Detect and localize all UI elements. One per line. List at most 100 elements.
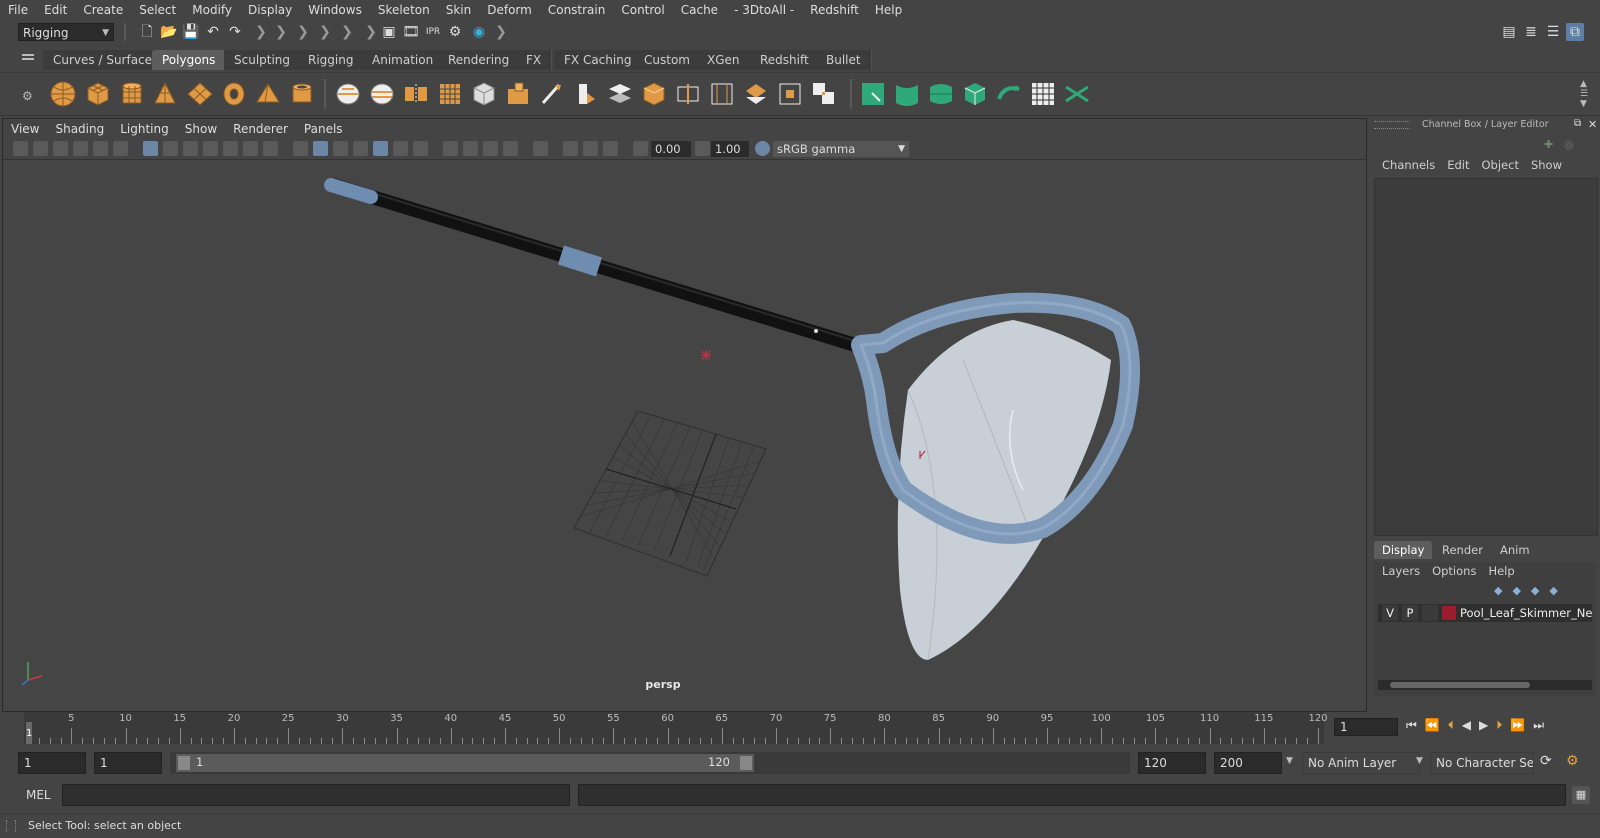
next-key-icon[interactable]: ⏵: [1496, 718, 1510, 732]
menu-help[interactable]: Help: [867, 3, 910, 17]
layer-row[interactable]: V P Pool_Leaf_Skimmer_Net_: [1378, 604, 1592, 622]
exposure-icon[interactable]: [633, 141, 648, 156]
color-management-icon[interactable]: [755, 141, 770, 156]
bevel-icon[interactable]: [571, 79, 601, 109]
wireframe-icon[interactable]: [293, 141, 308, 156]
layer-action-icons[interactable]: ◆◆◆◆: [1494, 584, 1568, 597]
viewport-menu-shading[interactable]: Shading: [47, 122, 112, 136]
fill-hole-icon[interactable]: [639, 79, 669, 109]
go-to-end-icon[interactable]: ⏭: [1533, 718, 1552, 732]
viewport-menu-show[interactable]: Show: [177, 122, 225, 136]
menu-file[interactable]: File: [0, 3, 36, 17]
tab-polygons[interactable]: Polygons: [152, 50, 227, 70]
extrude-icon[interactable]: [503, 79, 533, 109]
layer-scrollbar[interactable]: [1378, 680, 1592, 690]
animation-start-field[interactable]: 1: [18, 752, 86, 774]
drag-handle-icon[interactable]: [1374, 121, 1410, 129]
scene-view[interactable]: [3, 160, 1366, 711]
xray-joints-icon[interactable]: [603, 141, 618, 156]
poly-pyramid-icon[interactable]: [253, 79, 283, 109]
playback-end-field[interactable]: 120: [1138, 752, 1206, 774]
isolate-select-icon[interactable]: [533, 141, 548, 156]
select-camera-icon[interactable]: [13, 141, 28, 156]
field-chart-icon[interactable]: [223, 141, 238, 156]
select-component-icon[interactable]: ❯: [316, 23, 334, 41]
poly-cube-icon[interactable]: [83, 79, 113, 109]
safe-action-icon[interactable]: [243, 141, 258, 156]
tab-xgen[interactable]: XGen: [697, 50, 751, 70]
shadows-icon[interactable]: [413, 141, 428, 156]
exposure-field[interactable]: 0.00: [651, 141, 691, 157]
menu-channels[interactable]: Channels: [1368, 158, 1441, 174]
save-scene-icon[interactable]: 💾: [182, 23, 200, 41]
channel-box-toggle-icon[interactable]: ⧉: [1566, 23, 1584, 41]
xray-active-icon[interactable]: [583, 141, 598, 156]
lights-icon[interactable]: [393, 141, 408, 156]
poly-sphere-icon[interactable]: [48, 79, 78, 109]
float-panel-icon[interactable]: ⧉: [1574, 118, 1581, 129]
step-back-icon[interactable]: ⏪: [1425, 718, 1448, 732]
grease-pencil-icon[interactable]: [113, 141, 128, 156]
menu-display[interactable]: Display: [240, 3, 300, 17]
select-hierarchy-icon[interactable]: ❯: [272, 23, 290, 41]
close-icon[interactable]: ✕: [1588, 118, 1597, 131]
layer-visibility-toggle[interactable]: V: [1382, 605, 1398, 621]
layer-playback-toggle[interactable]: P: [1402, 605, 1418, 621]
tab-rendering[interactable]: Rendering: [438, 50, 521, 70]
gate-mask-icon[interactable]: [203, 141, 218, 156]
render-view-icon[interactable]: ▣: [380, 23, 398, 41]
viewport-menu-lighting[interactable]: Lighting: [112, 122, 177, 136]
undo-icon[interactable]: ↶: [204, 23, 222, 41]
render-current-frame-icon[interactable]: 🎞: [402, 23, 420, 41]
menu-modify[interactable]: Modify: [184, 3, 240, 17]
command-language-label[interactable]: MEL: [26, 788, 51, 802]
command-input[interactable]: [62, 784, 570, 806]
prev-key-icon[interactable]: ⏴: [1448, 718, 1462, 732]
textured-icon[interactable]: [373, 141, 388, 156]
poly-pipe-icon[interactable]: [287, 79, 317, 109]
menu-deform[interactable]: Deform: [479, 3, 540, 17]
step-forward-icon[interactable]: ⏩: [1510, 718, 1533, 732]
layer-display-type[interactable]: [1422, 605, 1438, 621]
menu-object[interactable]: Object: [1476, 158, 1525, 174]
target-weld-icon[interactable]: [775, 79, 805, 109]
insert-edge-loop-icon[interactable]: [673, 79, 703, 109]
poly-torus-icon[interactable]: [219, 79, 249, 109]
tab-curves-surfaces[interactable]: Curves / Surfaces: [43, 50, 170, 70]
range-slider-start-grip[interactable]: [178, 756, 190, 770]
current-frame-field[interactable]: 1: [1334, 718, 1398, 736]
uv-editor-icon[interactable]: [1028, 79, 1058, 109]
depth-of-field-icon[interactable]: [503, 141, 518, 156]
tab-bullet[interactable]: Bullet: [816, 50, 872, 70]
menu-options[interactable]: Options: [1426, 564, 1482, 578]
bookmark-icon[interactable]: [53, 141, 68, 156]
menu-create[interactable]: Create: [75, 3, 131, 17]
tab-render[interactable]: Render: [1434, 541, 1491, 559]
menu-select[interactable]: Select: [131, 3, 184, 17]
gamma-field[interactable]: 1.00: [711, 141, 749, 157]
gamma-icon[interactable]: [695, 141, 710, 156]
open-scene-icon[interactable]: 📂: [160, 23, 178, 41]
selection-mask-icon[interactable]: ❯: [252, 23, 270, 41]
film-gate-icon[interactable]: [163, 141, 178, 156]
time-ruler[interactable]: 5 10 15 20 25 30 35 40 45 50 55 60 65 70 75 80 85 90 95 100…: [24, 712, 1328, 744]
grid-toggle-icon[interactable]: [143, 141, 158, 156]
animation-end-field[interactable]: 200: [1214, 752, 1282, 774]
menu-edit[interactable]: Edit: [36, 3, 75, 17]
go-to-start-icon[interactable]: ⏮: [1406, 718, 1425, 732]
menu-layers[interactable]: Layers: [1374, 564, 1426, 578]
shelf-scroll-icon[interactable]: ▲ ☰ ▼: [1580, 79, 1588, 109]
poly-cylinder-icon[interactable]: [117, 79, 147, 109]
tab-redshift[interactable]: Redshift: [750, 50, 820, 70]
menu-windows[interactable]: Windows: [300, 3, 370, 17]
menu-constrain[interactable]: Constrain: [540, 3, 614, 17]
range-slider-handle[interactable]: 1 120: [176, 754, 754, 772]
layer-color-swatch[interactable]: [1442, 606, 1456, 620]
uv-planar-map-icon[interactable]: [858, 79, 888, 109]
separate-icon[interactable]: [367, 79, 397, 109]
tab-rigging[interactable]: Rigging: [298, 50, 365, 70]
menu-cache[interactable]: Cache: [673, 3, 726, 17]
anim-layer-dropdown[interactable]: No Anim Layer: [1302, 752, 1420, 774]
chevron-down-icon[interactable]: ▼: [1286, 756, 1293, 766]
mirror-icon[interactable]: [401, 79, 431, 109]
